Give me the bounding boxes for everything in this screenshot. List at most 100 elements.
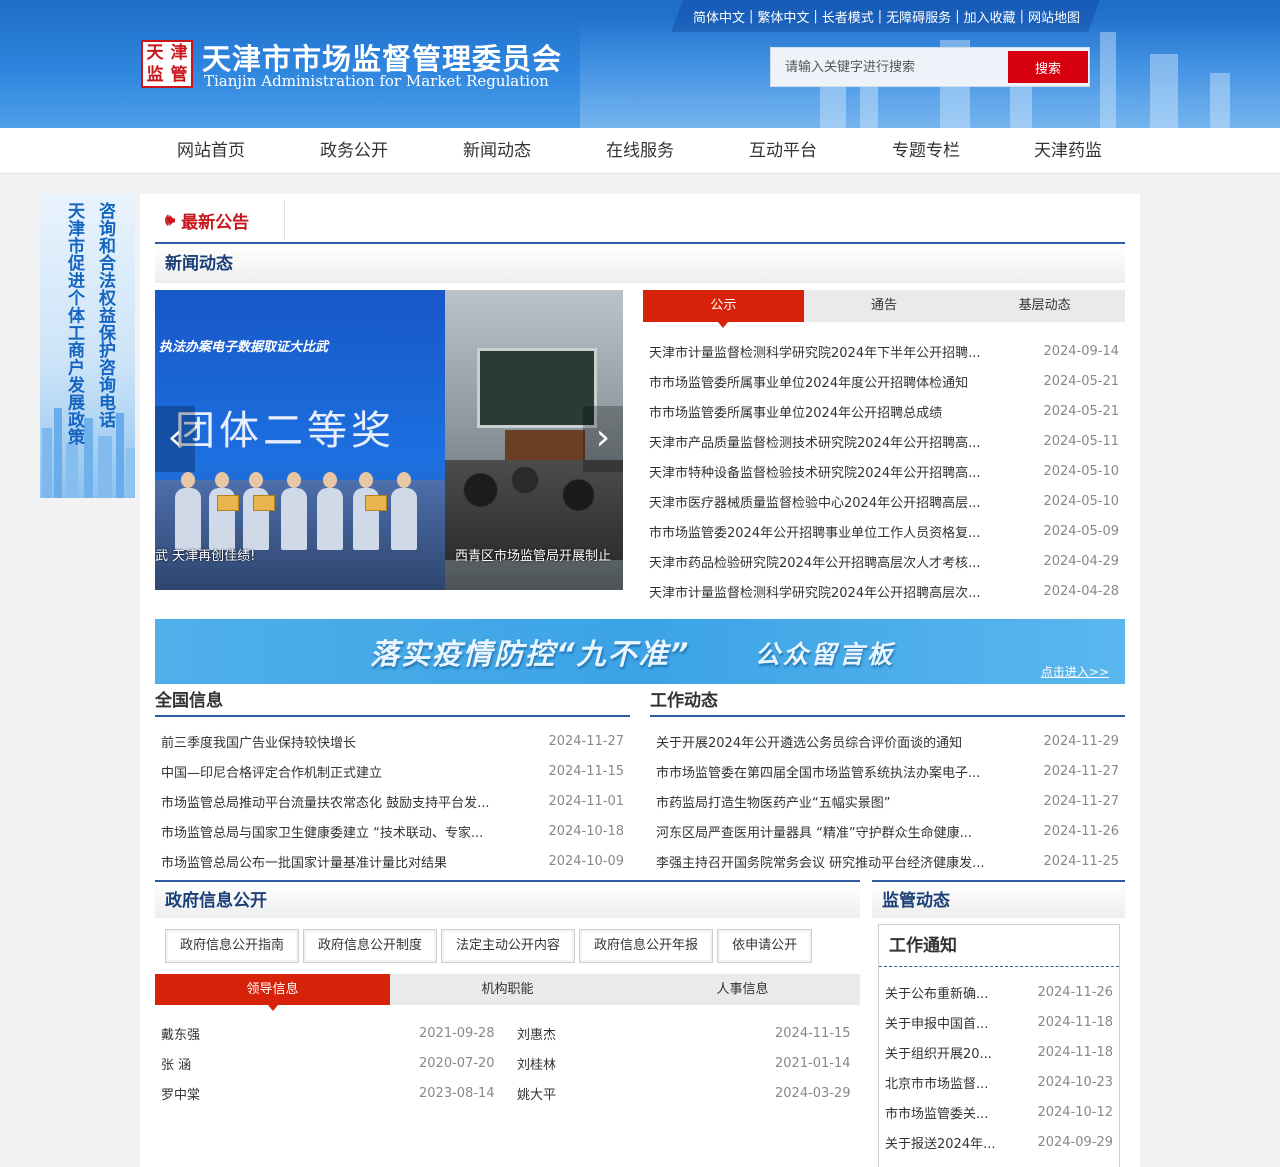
list-item[interactable]: 市市场监管委关... 2024-10-12 — [879, 1097, 1119, 1127]
item-title[interactable]: 天津市医疗器械质量监督检验中心2024年公开招聘高层... — [649, 492, 980, 511]
tab-grassroots[interactable]: 基层动态 — [964, 290, 1125, 322]
list-item[interactable]: 市场监管总局与国家卫生健康委建立 “技术联动、专家... 2024-10-18 — [155, 816, 630, 846]
nav-item-drug-admin[interactable]: 天津药监 — [1008, 128, 1128, 174]
item-title[interactable]: 河东区局严查医用计量器具 “精准”守护群众生命健康... — [656, 822, 972, 841]
news-carousel[interactable]: 执法办案电子数据取证大比武 团体二等奖 武 天津再创佳绩! 西青区市场监管局开展… — [155, 290, 623, 590]
toplink-elder-mode[interactable]: 长者模式 — [822, 7, 874, 26]
gov-btn-statutory[interactable]: 法定主动公开内容 — [441, 929, 576, 963]
gov-btn-guide[interactable]: 政府信息公开指南 — [165, 929, 300, 963]
item-title[interactable]: 市场监管总局与国家卫生健康委建立 “技术联动、专家... — [161, 822, 483, 841]
nav-item-interaction[interactable]: 互动平台 — [723, 128, 843, 174]
item-title[interactable]: 天津市药品检验研究院2024年公开招聘高层次人才考核... — [649, 552, 980, 571]
epidemic-message-board-banner[interactable]: 落实疫情防控“九不准” 公众留言板 点击进入>> — [155, 619, 1125, 684]
item-title[interactable]: 天津市特种设备监督检验技术研究院2024年公开招聘高... — [649, 462, 980, 481]
nav-item-home[interactable]: 网站首页 — [151, 128, 271, 174]
search-button[interactable]: 搜索 — [1008, 51, 1088, 83]
list-item[interactable]: 中国—印尼合格评定合作机制正式建立 2024-11-15 — [155, 756, 630, 786]
leader-name[interactable]: 刘桂林 — [517, 1054, 556, 1073]
item-title[interactable]: 北京市市场监督... — [885, 1073, 988, 1092]
item-title[interactable]: 中国—印尼合格评定合作机制正式建立 — [161, 762, 382, 781]
item-title[interactable]: 市场监管总局公布一批国家计量基准计量比对结果 — [161, 852, 447, 871]
item-title[interactable]: 市市场监管委2024年公开招聘事业单位工作人员资格复... — [649, 522, 980, 541]
carousel-slide[interactable]: 执法办案电子数据取证大比武 团体二等奖 武 天津再创佳绩! — [155, 290, 445, 590]
tab-notice[interactable]: 通告 — [804, 290, 965, 322]
tab-functions[interactable]: 机构职能 — [390, 974, 625, 1005]
list-item[interactable]: 关于组织开展20... 2024-11-18 — [879, 1037, 1119, 1067]
item-title[interactable]: 关于公布重新确... — [885, 983, 988, 1002]
leader-name[interactable]: 刘惠杰 — [517, 1024, 556, 1043]
leader-name[interactable]: 罗中棠 — [161, 1084, 200, 1103]
list-item[interactable]: 天津市特种设备监督检验技术研究院2024年公开招聘高... 2024-05-10 — [643, 456, 1125, 486]
item-title[interactable]: 关于申报中国首... — [885, 1013, 988, 1032]
gov-btn-annual-report[interactable]: 政府信息公开年报 — [579, 929, 714, 963]
tab-personnel[interactable]: 人事信息 — [625, 974, 860, 1005]
item-title[interactable]: 关于报送2024年... — [885, 1133, 995, 1152]
carousel-next-icon[interactable]: › — [583, 406, 623, 472]
site-subtitle: Tianjin Administration for Market Regula… — [204, 72, 549, 90]
slide-caption[interactable]: 西青区市场监管局开展制止 — [455, 545, 623, 564]
logo-seal-icon[interactable]: 天 津 监 管 — [141, 40, 193, 88]
slide-caption[interactable]: 武 天津再创佳绩! — [155, 545, 445, 564]
nav-item-news[interactable]: 新闻动态 — [437, 128, 557, 174]
supervision-title[interactable]: 监管动态 — [872, 880, 1125, 918]
list-item[interactable]: 天津市药品检验研究院2024年公开招聘高层次人才考核... 2024-04-29 — [643, 546, 1125, 576]
toplink-favorite[interactable]: 加入收藏 — [964, 7, 1016, 26]
carousel-prev-icon[interactable]: ‹ — [155, 406, 195, 472]
list-item[interactable]: 市市场监管委在第四届全国市场监管系统执法办案电子... 2024-11-27 — [650, 756, 1125, 786]
gov-btn-system[interactable]: 政府信息公开制度 — [303, 929, 438, 963]
item-title[interactable]: 关于组织开展20... — [885, 1043, 992, 1062]
nav-item-topics[interactable]: 专题专栏 — [866, 128, 986, 174]
side-policy-banner[interactable]: 天津市促进个体工商户发展政策 咨询和合法权益保护咨询电话 — [40, 194, 135, 498]
tab-leaders[interactable]: 领导信息 — [155, 974, 390, 1011]
item-title[interactable]: 市市场监管委关... — [885, 1103, 988, 1122]
item-title[interactable]: 前三季度我国广告业保持较快增长 — [161, 732, 356, 751]
item-title[interactable]: 市场监管总局推动平台流量扶农常态化 鼓励支持平台发... — [161, 792, 490, 811]
item-title[interactable]: 天津市计量监督检测科学研究院2024年下半年公开招聘... — [649, 342, 980, 361]
list-item[interactable]: 北京市市场监督... 2024-10-23 — [879, 1067, 1119, 1097]
list-item[interactable]: 关于公布重新确... 2024-11-26 — [879, 977, 1119, 1007]
list-item[interactable]: 关于申报中国首... 2024-11-18 — [879, 1007, 1119, 1037]
tab-announcement[interactable]: 公示 — [643, 290, 804, 328]
search-input[interactable] — [771, 48, 1007, 86]
list-item[interactable]: 市市场监管委所属事业单位2024年公开招聘总成绩 2024-05-21 — [643, 396, 1125, 426]
item-title[interactable]: 天津市计量监督检测科学研究院2024年公开招聘高层次... — [649, 582, 980, 601]
item-title[interactable]: 李强主持召开国务院常务会议 研究推动平台经济健康发... — [656, 852, 985, 871]
news-section-title[interactable]: 新闻动态 — [155, 245, 1125, 283]
leader-name[interactable]: 姚大平 — [517, 1084, 556, 1103]
list-item[interactable]: 市市场监管委所属事业单位2024年度公开招聘体检通知 2024-05-21 — [643, 366, 1125, 396]
list-item[interactable]: 天津市产品质量监督检测技术研究院2024年公开招聘高... 2024-05-11 — [643, 426, 1125, 456]
item-title[interactable]: 市药监局打造生物医药产业“五幅实景图” — [656, 792, 890, 811]
toplink-accessibility[interactable]: 无障碍服务 — [886, 7, 951, 26]
leader-name[interactable]: 戴东强 — [161, 1024, 200, 1043]
gov-info-title[interactable]: 政府信息公开 — [155, 880, 860, 918]
list-item[interactable]: 前三季度我国广告业保持较快增长 2024-11-27 — [155, 726, 630, 756]
gov-btn-request[interactable]: 依申请公开 — [717, 929, 813, 963]
list-item[interactable]: 市药监局打造生物医药产业“五幅实景图” 2024-11-27 — [650, 786, 1125, 816]
list-item[interactable]: 市场监管总局推动平台流量扶农常态化 鼓励支持平台发... 2024-11-01 — [155, 786, 630, 816]
list-item[interactable]: 天津市医疗器械质量监督检验中心2024年公开招聘高层... 2024-05-10 — [643, 486, 1125, 516]
toplink-sitemap[interactable]: 网站地图 — [1028, 7, 1080, 26]
promo-enter-link[interactable]: 点击进入>> — [1041, 663, 1109, 680]
list-item[interactable]: 李强主持召开国务院常务会议 研究推动平台经济健康发... 2024-11-25 — [650, 846, 1125, 876]
work-notice-title[interactable]: 工作通知 — [879, 925, 1119, 967]
item-title[interactable]: 关于开展2024年公开遴选公务员综合评价面谈的通知 — [656, 732, 962, 751]
list-item[interactable]: 关于开展2024年公开遴选公务员综合评价面谈的通知 2024-11-29 — [650, 726, 1125, 756]
item-title[interactable]: 天津市产品质量监督检测技术研究院2024年公开招聘高... — [649, 432, 980, 451]
list-item[interactable]: 天津市计量监督检测科学研究院2024年下半年公开招聘... 2024-09-14 — [643, 336, 1125, 366]
item-title[interactable]: 市市场监管委在第四届全国市场监管系统执法办案电子... — [656, 762, 980, 781]
nav-item-gov-affairs[interactable]: 政务公开 — [294, 128, 414, 174]
item-title[interactable]: 市市场监管委所属事业单位2024年度公开招聘体检通知 — [649, 372, 968, 391]
list-item[interactable]: 关于报送2024年... 2024-09-29 — [879, 1127, 1119, 1157]
list-item[interactable]: 市场监管总局公布一批国家计量基准计量比对结果 2024-10-09 — [155, 846, 630, 876]
toplink-traditional[interactable]: 繁体中文 — [757, 7, 809, 26]
work-dynamics-title[interactable]: 工作动态 — [650, 687, 1125, 717]
list-item[interactable]: 市市场监管委2024年公开招聘事业单位工作人员资格复... 2024-05-09 — [643, 516, 1125, 546]
list-item[interactable]: 天津市计量监督检测科学研究院2024年公开招聘高层次... 2024-04-28 — [643, 576, 1125, 606]
leader-name[interactable]: 张 涵 — [161, 1054, 191, 1073]
notice-label[interactable]: 🕪 最新公告 — [155, 200, 285, 240]
item-title[interactable]: 市市场监管委所属事业单位2024年公开招聘总成绩 — [649, 402, 942, 421]
toplink-simplified[interactable]: 简体中文 — [693, 7, 745, 26]
list-item[interactable]: 河东区局严查医用计量器具 “精准”守护群众生命健康... 2024-11-26 — [650, 816, 1125, 846]
nav-item-online-service[interactable]: 在线服务 — [580, 128, 700, 174]
national-info-title[interactable]: 全国信息 — [155, 687, 630, 717]
